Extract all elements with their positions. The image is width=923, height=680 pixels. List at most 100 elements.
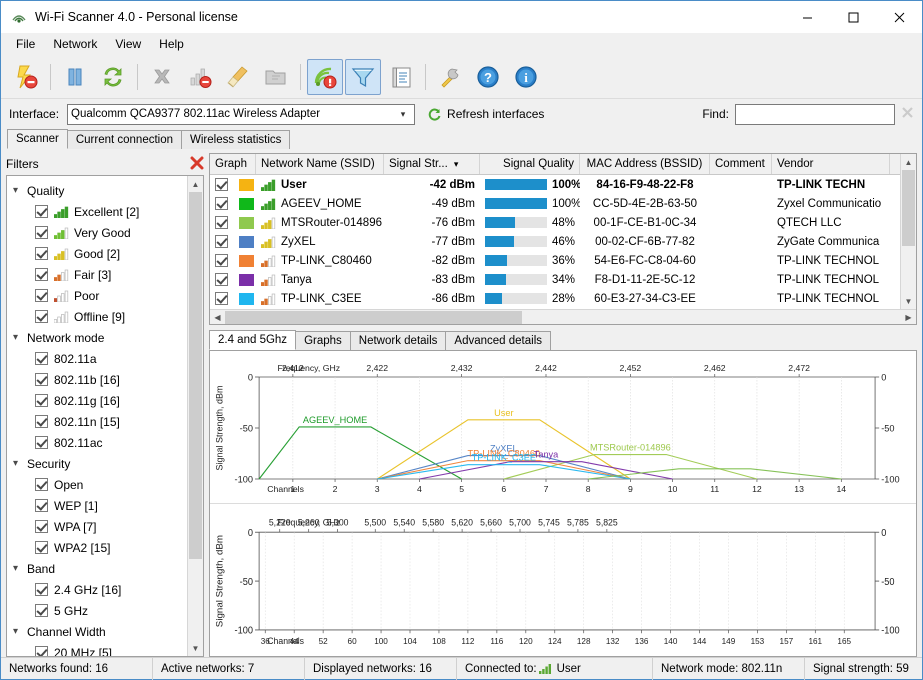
filter-item[interactable]: WEP [1] xyxy=(7,495,187,516)
row-graph-cell[interactable] xyxy=(210,178,256,191)
about-icon[interactable]: i xyxy=(508,59,544,95)
filter-item[interactable]: Excellent [2] xyxy=(7,201,187,222)
row-checkbox[interactable] xyxy=(215,178,228,191)
row-color-swatch[interactable] xyxy=(239,273,254,286)
network-table-scrollbar[interactable]: ▲ ▼ xyxy=(900,154,916,309)
filter-item[interactable]: 802.11n [15] xyxy=(7,411,187,432)
row-checkbox[interactable] xyxy=(215,197,228,210)
filters-scrollbar[interactable]: ▲ ▼ xyxy=(187,176,203,656)
table-row[interactable]: Tanya -83 dBm 34% F8-D1-11-2E-5C-12 TP-LINK … xyxy=(210,270,900,289)
maximize-button[interactable] xyxy=(830,1,876,33)
tab-advanced-details[interactable]: Advanced details xyxy=(445,331,551,350)
settings-icon[interactable] xyxy=(432,59,468,95)
row-graph-cell[interactable] xyxy=(210,292,256,305)
filter-item[interactable]: 802.11b [16] xyxy=(7,369,187,390)
chart-5ghz[interactable]: 0 0 -50 -50 -100 -100 36 44 52 60 100 104 108 112 116 1… xyxy=(210,504,916,656)
column-header-signal-strength[interactable]: Signal Str... ▾ xyxy=(384,154,480,174)
scroll-up-icon[interactable]: ▲ xyxy=(188,176,203,192)
scroll-right-icon[interactable]: ▶ xyxy=(901,313,916,322)
filter-group-network-mode[interactable]: ▾ Network mode xyxy=(7,327,187,348)
filter-checkbox[interactable] xyxy=(35,541,48,554)
column-header-mac[interactable]: MAC Address (BSSID) xyxy=(580,154,710,174)
filter-checkbox[interactable] xyxy=(35,352,48,365)
filter-item[interactable]: 5 GHz xyxy=(7,600,187,621)
chart-24ghz[interactable]: 0 0 -50 -50 -100 -100 1 2 3 4 5 6 7 8 9 10 11 12 13 14 2,412… xyxy=(210,351,916,503)
filter-checkbox[interactable] xyxy=(35,289,48,302)
column-header-ssid[interactable]: Network Name (SSID) xyxy=(256,154,384,174)
table-row[interactable]: TP-LINK_C80460 -82 dBm 36% 54-E6-FC-C8-04-6… xyxy=(210,251,900,270)
column-header-signal-quality[interactable]: Signal Quality xyxy=(480,154,580,174)
tab-scanner[interactable]: Scanner xyxy=(7,129,68,149)
filter-item[interactable]: Fair [3] xyxy=(7,264,187,285)
column-header-graph[interactable]: Graph xyxy=(210,154,256,174)
filter-checkbox[interactable] xyxy=(35,205,48,218)
filter-checkbox[interactable] xyxy=(35,499,48,512)
tab-current-connection[interactable]: Current connection xyxy=(66,130,183,149)
filter-item[interactable]: 20 MHz [5] xyxy=(7,642,187,656)
close-button[interactable] xyxy=(876,1,922,33)
filter-checkbox[interactable] xyxy=(35,394,48,407)
find-input[interactable] xyxy=(735,103,895,125)
network-scroll-track[interactable] xyxy=(901,170,916,293)
filter-group-band[interactable]: ▾ Band xyxy=(7,558,187,579)
row-color-swatch[interactable] xyxy=(239,254,254,267)
refresh-icon[interactable] xyxy=(95,59,131,95)
pause-scan-icon[interactable] xyxy=(57,59,93,95)
row-checkbox[interactable] xyxy=(215,292,228,305)
clear-chart-icon[interactable] xyxy=(182,59,218,95)
menu-network[interactable]: Network xyxy=(44,34,106,54)
row-color-swatch[interactable] xyxy=(239,197,254,210)
scroll-up-icon[interactable]: ▲ xyxy=(901,154,916,170)
filters-scroll-thumb[interactable] xyxy=(189,192,202,560)
table-row[interactable]: User -42 dBm 100% 84-16-F9-48-22-F8 TP-LINK … xyxy=(210,175,900,194)
network-hscroll-thumb[interactable] xyxy=(225,310,523,324)
filter-checkbox[interactable] xyxy=(35,478,48,491)
menu-view[interactable]: View xyxy=(106,34,150,54)
interface-select[interactable]: Qualcomm QCA9377 802.11ac Wireless Adapt… xyxy=(67,103,416,125)
row-checkbox[interactable] xyxy=(215,235,228,248)
red-x-icon[interactable] xyxy=(190,156,204,173)
table-row[interactable]: ZyXEL -77 dBm 46% 00-02-CF-6B-77-82 ZyGate C… xyxy=(210,232,900,251)
filter-checkbox[interactable] xyxy=(35,604,48,617)
filter-group-security[interactable]: ▾ Security xyxy=(7,453,187,474)
filter-item[interactable]: Good [2] xyxy=(7,243,187,264)
export-icon[interactable] xyxy=(258,59,294,95)
filter-item[interactable]: Poor xyxy=(7,285,187,306)
row-graph-cell[interactable] xyxy=(210,197,256,210)
filter-item[interactable]: WPA2 [15] xyxy=(7,537,187,558)
row-color-swatch[interactable] xyxy=(239,235,254,248)
clean-icon[interactable] xyxy=(220,59,256,95)
help-icon[interactable]: ? xyxy=(470,59,506,95)
filter-group-quality[interactable]: ▾ Quality xyxy=(7,180,187,201)
filter-checkbox[interactable] xyxy=(35,436,48,449)
filter-item[interactable]: Offline [9] xyxy=(7,306,187,327)
clear-find-icon[interactable] xyxy=(901,106,914,122)
filter-checkbox[interactable] xyxy=(35,520,48,533)
row-graph-cell[interactable] xyxy=(210,273,256,286)
filter-item[interactable]: WPA [7] xyxy=(7,516,187,537)
filter-item[interactable]: 802.11ac xyxy=(7,432,187,453)
filter-checkbox[interactable] xyxy=(35,247,48,260)
table-row[interactable]: AGEEV_HOME -49 dBm 100% CC-5D-4E-2B-63-50 Zy… xyxy=(210,194,900,213)
filter-checkbox[interactable] xyxy=(35,373,48,386)
row-graph-cell[interactable] xyxy=(210,235,256,248)
filter-checkbox[interactable] xyxy=(35,268,48,281)
network-scroll-thumb[interactable] xyxy=(902,170,915,247)
minimize-button[interactable] xyxy=(784,1,830,33)
row-color-swatch[interactable] xyxy=(239,292,254,305)
column-header-comment[interactable]: Comment xyxy=(710,154,772,174)
filter-checkbox[interactable] xyxy=(35,310,48,323)
scroll-down-icon[interactable]: ▼ xyxy=(901,293,916,309)
scroll-left-icon[interactable]: ◀ xyxy=(210,313,225,322)
menu-file[interactable]: File xyxy=(7,34,44,54)
row-graph-cell[interactable] xyxy=(210,216,256,229)
tab-network-details[interactable]: Network details xyxy=(349,331,447,350)
table-row[interactable]: MTSRouter-014896 -76 dBm 48% 00-1F-CE-B1-0C… xyxy=(210,213,900,232)
scanner-mode-icon[interactable] xyxy=(307,58,343,95)
row-checkbox[interactable] xyxy=(215,254,228,267)
scroll-down-icon[interactable]: ▼ xyxy=(188,640,203,656)
delete-icon[interactable] xyxy=(144,59,180,95)
tab-24-and-5ghz[interactable]: 2.4 and 5Ghz xyxy=(209,330,297,350)
filter-item[interactable]: Very Good xyxy=(7,222,187,243)
filter-item[interactable]: 802.11a xyxy=(7,348,187,369)
